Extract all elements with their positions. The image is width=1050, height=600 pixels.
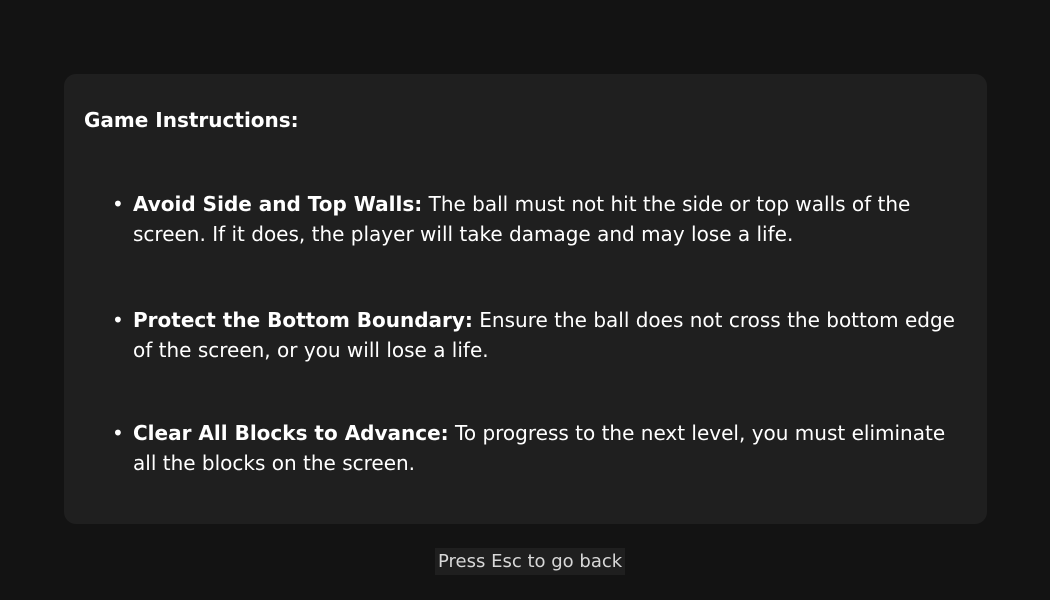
rule-heading: Avoid Side and Top Walls:	[133, 192, 423, 216]
instructions-title: Game Instructions:	[84, 108, 299, 132]
rules-list: • Avoid Side and Top Walls: The ball mus…	[84, 189, 967, 478]
back-hint[interactable]: Press Esc to go back	[435, 548, 626, 575]
instructions-panel: Game Instructions: • Avoid Side and Top …	[64, 74, 987, 524]
bullet-icon: •	[112, 192, 124, 216]
bullet-icon: •	[112, 308, 124, 332]
rule-protect-bottom: • Protect the Bottom Boundary: Ensure th…	[84, 305, 967, 365]
rule-heading: Clear All Blocks to Advance:	[133, 421, 449, 445]
rule-clear-blocks: • Clear All Blocks to Advance: To progre…	[84, 418, 967, 478]
bullet-icon: •	[112, 421, 124, 445]
rule-avoid-walls: • Avoid Side and Top Walls: The ball mus…	[84, 189, 967, 249]
rule-heading: Protect the Bottom Boundary:	[133, 308, 473, 332]
